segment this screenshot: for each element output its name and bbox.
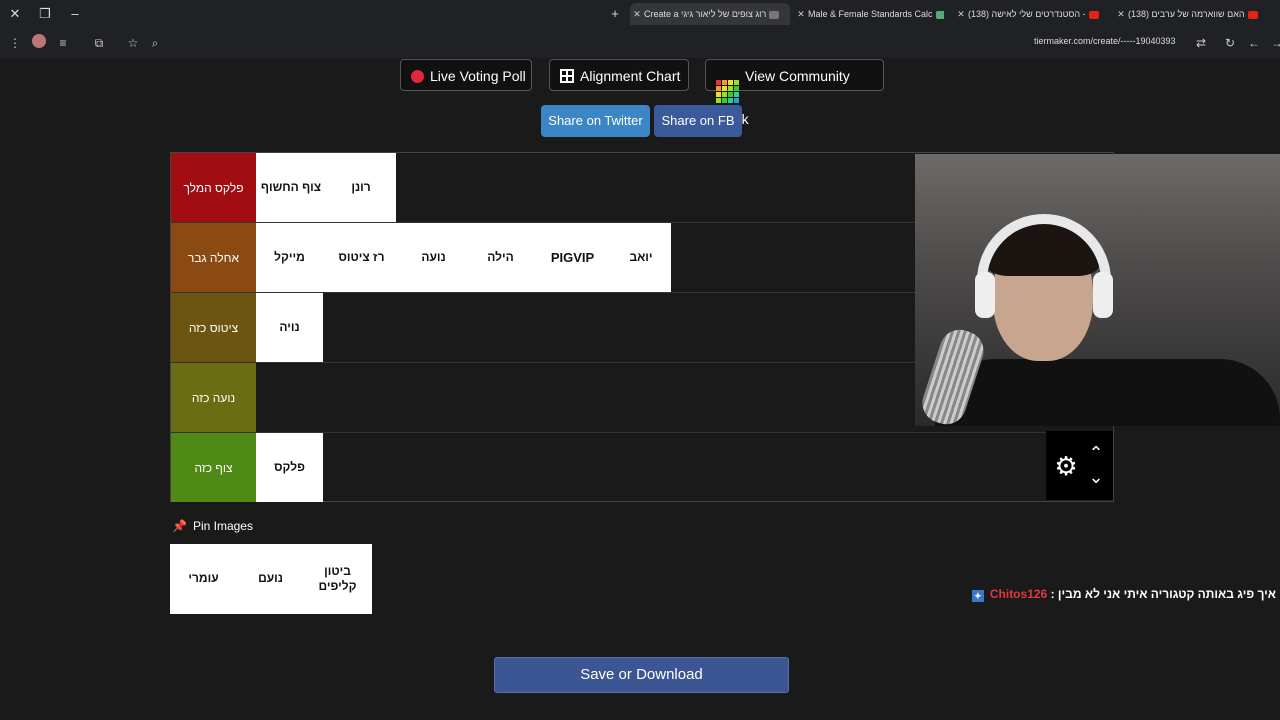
- tier-item[interactable]: PIGVIP: [534, 223, 611, 292]
- menu-dots-icon[interactable]: ⋮: [6, 34, 24, 52]
- tier-item[interactable]: צוף החשוף: [256, 153, 326, 222]
- pool-item[interactable]: עומרי: [170, 544, 237, 613]
- tier-label[interactable]: ציטוס כזה: [171, 293, 256, 362]
- close-tab-icon[interactable]: ✕: [794, 3, 808, 25]
- headset-ear-cup: [1093, 272, 1113, 318]
- tab-search-icon[interactable]: ≡: [54, 34, 72, 52]
- restore-window-icon[interactable]: ❐: [34, 4, 56, 24]
- pin-images-label: Pin Images: [192, 519, 253, 533]
- live-voting-poll-button[interactable]: Live Voting Poll: [400, 59, 532, 91]
- tier-item[interactable]: מייקל: [256, 223, 323, 292]
- pin-images-pool: עומרי נועם ביטון קליפים: [170, 544, 372, 614]
- tier-mosaic-icon: [716, 80, 739, 103]
- new-tab-icon[interactable]: +: [604, 4, 626, 24]
- row-controls: ⚙ ⌃ ⌄: [1046, 431, 1113, 500]
- tiermaker-favicon-icon: [769, 10, 780, 19]
- browser-tabbar: ✕ ❐ – + ✕ Create a רוג צופים של ליאור גיג…: [0, 0, 1280, 28]
- tier-label[interactable]: אחלה גבר: [171, 223, 256, 292]
- button-label: Live Voting Poll: [430, 68, 526, 84]
- tier-row: צוף כזה פלקס: [171, 433, 1113, 503]
- back-icon[interactable]: ←: [1245, 34, 1263, 52]
- chevron-up-icon[interactable]: ⌃: [1086, 443, 1106, 463]
- tab-tiermaker[interactable]: ✕ Create a רוג צופים של ליאור גיגי: [630, 3, 790, 25]
- button-label: Alignment Chart: [580, 68, 681, 84]
- tier-item[interactable]: רז ציטוס: [323, 223, 400, 292]
- tab-standards-calc[interactable]: ✕ Male & Female Standards Calc: [794, 3, 944, 25]
- address-bar[interactable]: tiermaker.com/create/-----19040393: [1034, 36, 1176, 46]
- tab-title: Male & Female Standards Calc: [808, 9, 933, 19]
- browser-toolbar: ⋮ ≡ ⧉ ☆ ⌕ tiermaker.com/create/-----1904…: [0, 28, 1280, 58]
- view-community-rank-button[interactable]: View Community Rank: [705, 59, 884, 127]
- pool-item[interactable]: נועם: [237, 544, 304, 613]
- zoom-icon[interactable]: ⌕: [146, 34, 164, 52]
- pool-item[interactable]: ביטון קליפים: [304, 544, 371, 613]
- save-or-download-button[interactable]: Save or Download: [494, 657, 789, 693]
- share-twitter-button[interactable]: Share on Twitter: [541, 105, 650, 137]
- chat-message: ✦ Chitos126 : איך פיג באותה קטגוריה איתי …: [971, 587, 1276, 602]
- tier-item[interactable]: נועה: [400, 223, 467, 292]
- extensions-icon[interactable]: ⧉: [90, 34, 108, 52]
- chevron-down-icon[interactable]: ⌄: [1086, 467, 1106, 487]
- close-tab-icon[interactable]: ✕: [630, 3, 644, 25]
- tier-item[interactable]: יואב: [611, 223, 671, 292]
- share-fb-button[interactable]: Share on FB: [654, 105, 742, 137]
- minimize-window-icon[interactable]: –: [64, 4, 86, 24]
- alignment-chart-button[interactable]: Alignment Chart: [549, 59, 689, 91]
- headset-ear-cup: [975, 272, 995, 318]
- tab-title: (138) האם שווארמה של ערבים: [1128, 9, 1245, 19]
- tier-items: פלקס: [256, 433, 323, 502]
- tier-items: נויה: [256, 293, 323, 362]
- translate-icon[interactable]: ⇄: [1192, 34, 1210, 52]
- forward-icon[interactable]: →: [1268, 34, 1280, 52]
- tier-item[interactable]: פלקס: [256, 433, 323, 502]
- tier-item[interactable]: רונן: [326, 153, 396, 222]
- tier-label[interactable]: נועה כזה: [171, 363, 256, 432]
- youtube-favicon-icon: [1088, 10, 1099, 19]
- tab-youtube-1[interactable]: ✕ (138) הסטנדרטים שלי לאישה -: [954, 3, 1104, 25]
- bookmark-star-icon[interactable]: ☆: [124, 34, 142, 52]
- youtube-favicon-icon: [1247, 10, 1258, 19]
- tab-title: (138) הסטנדרטים שלי לאישה -: [968, 9, 1086, 19]
- pin-icon: 📌: [172, 519, 187, 533]
- chart-favicon-icon: [935, 10, 944, 19]
- chat-badge-icon: ✦: [971, 590, 984, 602]
- reload-icon[interactable]: ↻: [1221, 34, 1239, 52]
- tier-items: צוף החשוף רונן: [256, 153, 396, 222]
- close-tab-icon[interactable]: ✕: [1114, 3, 1128, 25]
- pin-images-toggle[interactable]: 📌 Pin Images: [172, 519, 253, 533]
- record-dot-icon: [411, 70, 424, 83]
- tab-youtube-2[interactable]: ✕ (138) האם שווארמה של ערבים: [1114, 3, 1280, 25]
- chat-username: Chitos126: [989, 587, 1048, 601]
- close-window-icon[interactable]: ✕: [4, 4, 26, 24]
- tier-items: מייקל רז ציטוס נועה הילה PIGVIP יואב: [256, 223, 671, 292]
- tab-title: Create a רוג צופים של ליאור גיגי: [644, 9, 767, 19]
- gear-icon[interactable]: ⚙: [1050, 451, 1082, 481]
- headset: [977, 214, 1111, 310]
- close-tab-icon[interactable]: ✕: [954, 3, 968, 25]
- page-content: Live Voting Poll Alignment Chart View Co…: [0, 58, 1280, 720]
- streamer-shirt: [935, 359, 1280, 426]
- profile-avatar-icon[interactable]: [30, 34, 48, 52]
- grid-icon: [560, 69, 574, 83]
- tier-label[interactable]: פלקס המלך: [171, 153, 256, 222]
- tier-label[interactable]: צוף כזה: [171, 433, 256, 502]
- tier-item[interactable]: נויה: [256, 293, 323, 362]
- tier-item[interactable]: הילה: [467, 223, 534, 292]
- webcam-overlay: [915, 154, 1280, 426]
- chat-text: : איך פיג באותה קטגוריה איתי אני לא מבין: [1050, 587, 1276, 601]
